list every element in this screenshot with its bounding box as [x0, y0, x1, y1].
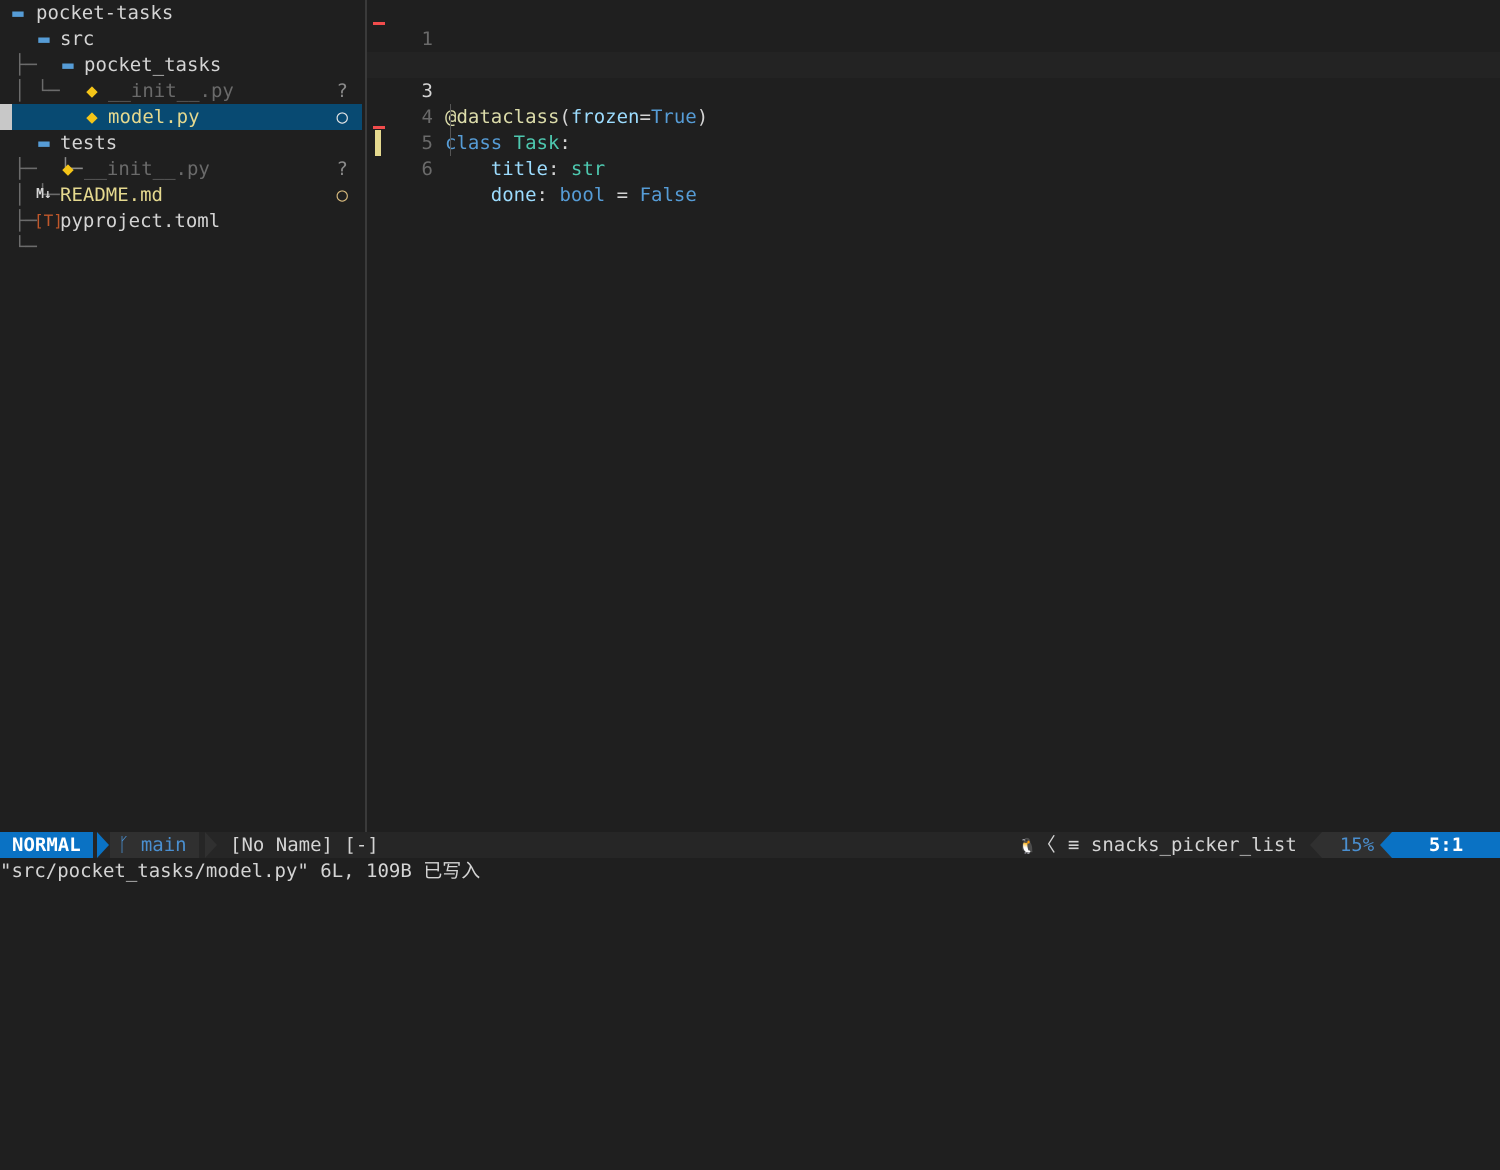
separator-arrow: [1380, 832, 1392, 858]
cursor-position: 5:1: [1392, 832, 1500, 858]
tree-guide: └─: [14, 236, 37, 258]
tree-item-label: pocket_tasks: [84, 54, 222, 76]
command-line[interactable]: "src/pocket_tasks/model.py" 6L, 109B 已写入: [0, 858, 1500, 885]
git-status-untracked: ?: [336, 80, 348, 102]
cursor-marker: [0, 104, 12, 130]
tree-item-label: README.md: [60, 184, 163, 206]
folder-open-icon: ▬: [38, 132, 50, 154]
code-line[interactable]: 4 class Task:: [367, 78, 1500, 154]
folder-open-icon: ▬: [38, 28, 50, 50]
code-editor[interactable]: 1 from dataclasses import dataclass 2 3 …: [367, 0, 1500, 832]
git-status-modified: ○: [336, 106, 348, 128]
tree-item-src-init[interactable]: │ ├─ ◆ __init__.py ?: [0, 78, 362, 128]
mode-indicator: NORMAL: [0, 832, 93, 858]
git-status-modified: ○: [336, 184, 348, 206]
code-line[interactable]: 5 title: str: [367, 104, 1500, 180]
punctuation: :: [547, 158, 560, 180]
tree-item-src[interactable]: ├─ ▬ src: [0, 26, 362, 76]
code-line-current[interactable]: 3 @dataclass(frozen=True): [367, 52, 1500, 128]
file-explorer: ▬ pocket-tasks ├─ ▬ src │ └─ ▬ pocket_ta…: [0, 0, 362, 832]
git-branch-icon: ᚴ: [118, 834, 130, 856]
python-icon: ◆: [86, 106, 98, 128]
tree-item-tests-init[interactable]: │ └─ ◆ __init__.py ?: [0, 156, 362, 206]
filetype-label: snacks_picker_list: [1090, 834, 1297, 856]
tree-item-label: src: [60, 28, 95, 50]
branch-name: main: [140, 834, 187, 856]
separator-arrow: [97, 832, 109, 858]
tree-item-readme[interactable]: ├─ M↓ README.md ○: [0, 182, 362, 232]
separator-arrow: [205, 832, 217, 858]
python-icon: ◆: [86, 80, 98, 102]
tree-item-pocket-tasks[interactable]: │ └─ ▬ pocket_tasks: [0, 52, 362, 102]
type-name: str: [570, 158, 606, 180]
git-branch[interactable]: ᚴ main: [110, 832, 199, 858]
constant: False: [639, 184, 697, 206]
operator: =: [616, 184, 629, 206]
list-icon: ≡: [1068, 834, 1080, 856]
tree-item-tests[interactable]: ├─ ▬ tests: [0, 130, 362, 180]
separator-arrow: [1310, 832, 1322, 858]
code-line[interactable]: 6 done: bool = False: [367, 130, 1500, 206]
folder-open-icon: ▬: [62, 54, 74, 76]
tree-item-label: model.py: [108, 106, 200, 128]
tree-item-pyproject[interactable]: └─ [T] pyproject.toml: [0, 208, 362, 258]
folder-open-icon: ▬: [12, 2, 24, 24]
filetype-indicator: ≡ snacks_picker_list: [1068, 832, 1297, 858]
markdown-icon: M↓: [36, 187, 52, 202]
tree-root[interactable]: ▬ pocket-tasks: [0, 0, 362, 26]
tree-item-label: __init__.py: [108, 80, 234, 102]
field-name: title: [490, 158, 548, 180]
os-indicator: 🐧〈: [1018, 832, 1056, 858]
linux-icon: 🐧: [1018, 837, 1037, 855]
line-number: 6: [421, 158, 433, 180]
code-line[interactable]: 1 from dataclasses import dataclass: [367, 0, 1500, 76]
statusline: NORMAL ᚴ main [No Name] [-] 🐧〈 ≡ snacks_…: [0, 832, 1500, 858]
buffer-name: [No Name] [-]: [230, 834, 379, 856]
git-status-untracked: ?: [336, 158, 348, 180]
tree-item-label: __init__.py: [84, 158, 210, 180]
python-icon: ◆: [62, 158, 74, 180]
field-name: done: [490, 184, 537, 206]
tree-item-model-py[interactable]: │ └─ ◆ model.py ○: [0, 104, 362, 180]
chevron-left-icon: 〈: [1036, 834, 1056, 856]
code-line[interactable]: 2: [367, 26, 1500, 76]
tree-item-label: tests: [60, 132, 118, 154]
punctuation: :: [536, 184, 548, 206]
toml-icon: [T]: [34, 211, 63, 230]
tree-item-label: pyproject.toml: [60, 210, 221, 232]
type-name: bool: [559, 184, 606, 206]
tree-root-label: pocket-tasks: [36, 2, 174, 24]
